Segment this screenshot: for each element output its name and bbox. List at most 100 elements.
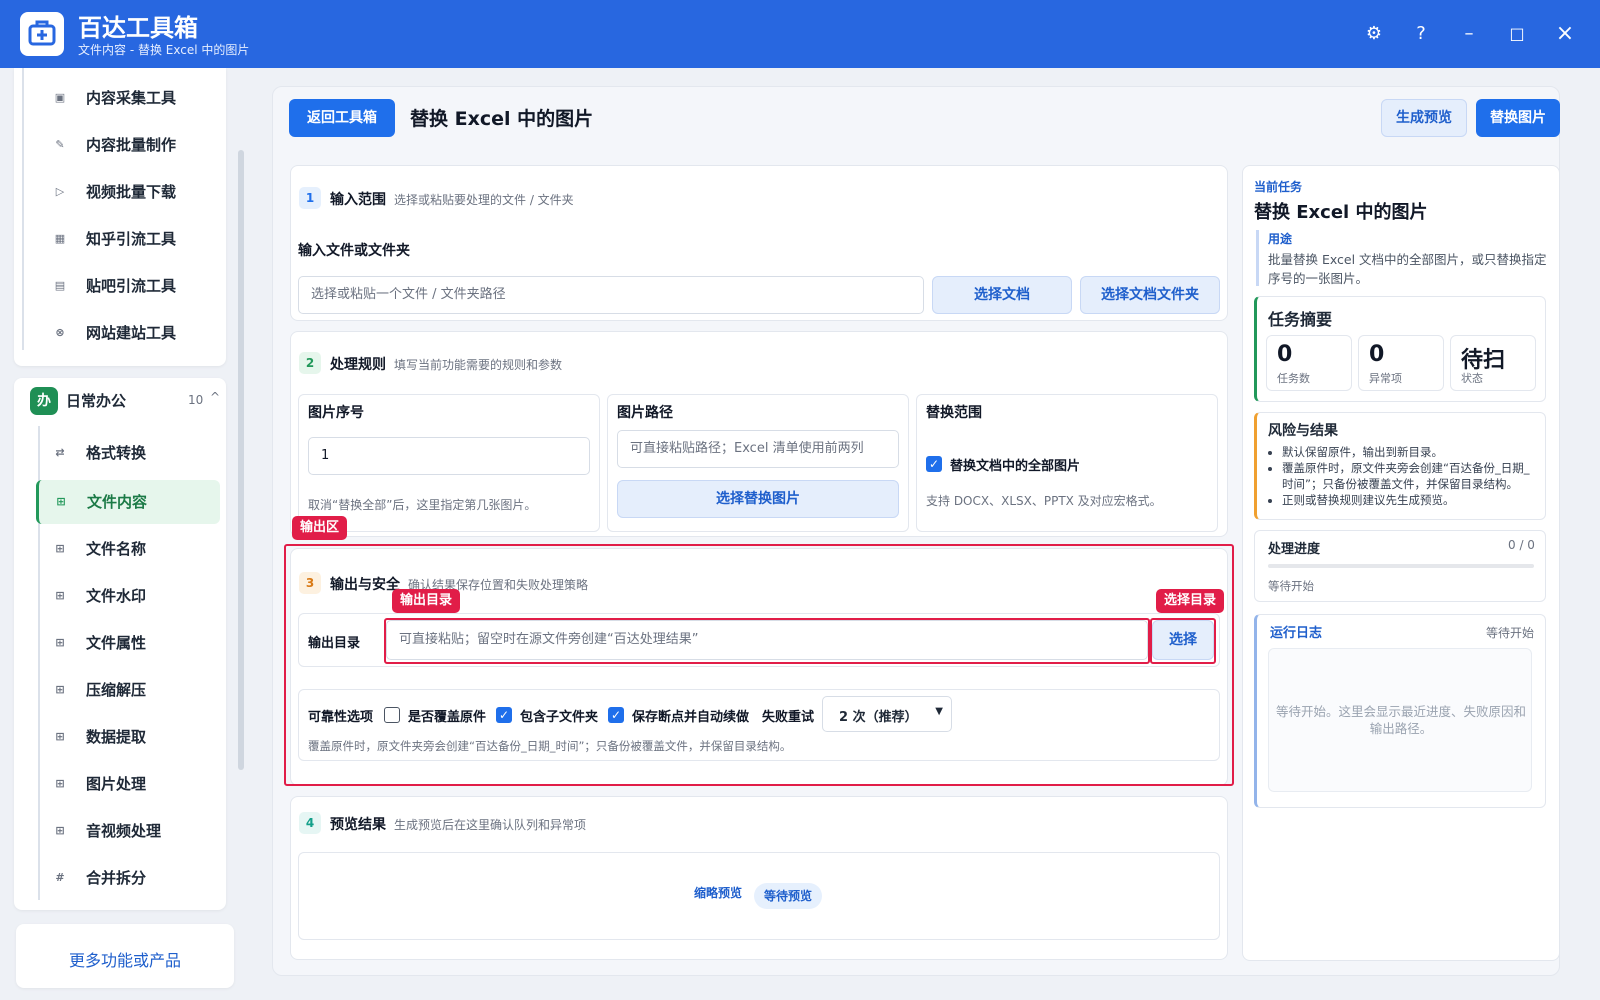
sidebar-item-tieba[interactable]: ▤ 贴吧引流工具 — [38, 266, 220, 306]
stat-status: 待扫 状态 — [1450, 335, 1536, 391]
sidebar-scrollbar[interactable] — [238, 150, 244, 770]
window-subtitle: 文件内容 - 替换 Excel 中的图片 — [78, 43, 250, 57]
risk-item: 默认保留原件，输出到新目录。 — [1282, 444, 1538, 460]
replace-images-button[interactable]: 替换图片 — [1476, 99, 1560, 137]
document-icon: ▣ — [54, 91, 66, 104]
image-index-note: 取消“替换全部”后，这里指定第几张图片。 — [308, 498, 537, 512]
sidebar-item-data-extract[interactable]: ⊞ 数据提取 — [38, 717, 220, 757]
task-summary-title: 任务摘要 — [1268, 310, 1333, 329]
more-products-button[interactable]: 更多功能或产品 — [16, 936, 234, 986]
step-number: 4 — [299, 812, 321, 834]
supported-formats-note: 支持 DOCX、XLSX、PPTX 及对应宏格式。 — [926, 494, 1162, 508]
step-number: 1 — [299, 187, 321, 209]
section-title: 预览结果 — [330, 817, 386, 833]
swap-icon: ⇄ — [55, 446, 65, 459]
progress-bar — [1268, 564, 1534, 568]
office-group-count: 10 — [188, 393, 204, 407]
image-index-label: 图片序号 — [308, 405, 364, 421]
app-name: 百达工具箱 — [78, 14, 198, 42]
run-log-status: 等待开始 — [1486, 626, 1535, 640]
grid-icon: ⊞ — [55, 824, 65, 837]
grid-icon: ⊞ — [56, 495, 66, 508]
section-hint: 生成预览后在这里确认队列和异常项 — [394, 818, 587, 832]
choose-dir-tag: 选择目录 — [1156, 589, 1225, 613]
title-bar: 百达工具箱 文件内容 - 替换 Excel 中的图片 ⚙ ? – □ × — [0, 0, 1600, 68]
usage-accent-bar — [1256, 230, 1259, 286]
sidebar-item-compress[interactable]: ⊞ 压缩解压 — [38, 670, 220, 710]
sidebar-item-image-process[interactable]: ⊞ 图片处理 — [38, 764, 220, 804]
run-log-placeholder: 等待开始。这里会显示最近进度、失败原因和输出路径。 — [1275, 704, 1526, 736]
image-path-input[interactable]: 可直接粘贴路径；Excel 清单使用前两列 — [617, 430, 899, 468]
pencil-icon: ✎ — [55, 138, 65, 151]
generate-preview-button[interactable]: 生成预览 — [1381, 99, 1467, 137]
replace-scope-label: 替换范围 — [926, 405, 982, 421]
output-area-highlight — [284, 544, 1234, 786]
collapse-caret-icon[interactable]: ^ — [210, 390, 220, 404]
output-dir-highlight — [384, 618, 1150, 664]
sidebar-item-format-convert[interactable]: ⇄ 格式转换 — [38, 433, 220, 473]
sidebar-item-file-watermark[interactable]: ⊞ 文件水印 — [38, 576, 220, 616]
risk-title: 风险与结果 — [1268, 423, 1338, 439]
settings-gear-icon[interactable]: ⚙ — [1360, 20, 1388, 48]
sidebar-item-content-collect[interactable]: ▣ 内容采集工具 — [38, 78, 220, 118]
usage-text: 批量替换 Excel 文档中的全部图片，或只替换指定序号的一张图片。 — [1268, 252, 1547, 286]
maximize-icon[interactable]: □ — [1503, 20, 1531, 48]
help-icon[interactable]: ? — [1407, 20, 1435, 48]
risk-item: 正则或替换规则建议先生成预览。 — [1282, 492, 1538, 508]
select-folder-button[interactable]: 选择文档文件夹 — [1080, 276, 1220, 314]
step-number: 2 — [299, 352, 321, 374]
office-group-badge: 办 — [30, 387, 58, 415]
risk-list: 默认保留原件，输出到新目录。 覆盖原件时，原文件夹旁会创建“百达备份_日期_时间… — [1282, 444, 1538, 508]
sidebar-item-batch-make[interactable]: ✎ 内容批量制作 — [38, 125, 220, 165]
grid-icon: ⊞ — [55, 542, 65, 555]
image-index-input[interactable]: 1 — [308, 437, 590, 475]
section-hint: 填写当前功能需要的规则和参数 — [394, 358, 563, 372]
stat-exceptions: 0 异常项 — [1358, 335, 1444, 391]
image-path-label: 图片路径 — [617, 405, 673, 421]
hash-icon: # — [55, 871, 65, 884]
usage-label: 用途 — [1268, 232, 1293, 246]
task-title: 替换 Excel 中的图片 — [1254, 202, 1428, 223]
grid-icon: ▦ — [54, 232, 66, 245]
sidebar-item-zhihu[interactable]: ▦ 知乎引流工具 — [38, 219, 220, 259]
replace-all-label: 替换文档中的全部图片 — [950, 459, 1081, 474]
sidebar-item-file-name[interactable]: ⊞ 文件名称 — [38, 529, 220, 569]
preview-status-pill: 等待预览 — [754, 883, 823, 909]
section-hint: 选择或粘贴要处理的文件 / 文件夹 — [394, 193, 574, 207]
section-title: 输入范围 — [330, 192, 386, 208]
sidebar-item-video-download[interactable]: ▷ 视频批量下载 — [38, 172, 220, 212]
back-to-toolbox-button[interactable]: 返回工具箱 — [289, 99, 395, 137]
progress-status: 等待开始 — [1268, 579, 1314, 593]
sidebar-item-av-process[interactable]: ⊞ 音视频处理 — [38, 811, 220, 851]
run-log-title: 运行日志 — [1270, 626, 1323, 641]
run-log-area[interactable]: 等待开始。这里会显示最近进度、失败原因和输出路径。 — [1268, 648, 1532, 792]
grid-icon: ⊞ — [55, 636, 65, 649]
page-title: 替换 Excel 中的图片 — [410, 108, 594, 130]
progress-count: 0 / 0 — [1508, 538, 1535, 552]
select-document-button[interactable]: 选择文档 — [932, 276, 1072, 314]
sidebar-item-file-content[interactable]: ⊞ 文件内容 — [36, 480, 220, 524]
input-field-label: 输入文件或文件夹 — [298, 243, 410, 259]
output-dir-tag: 输出目录 — [392, 589, 461, 613]
current-task-label: 当前任务 — [1254, 180, 1303, 194]
choose-dir-highlight — [1150, 618, 1216, 664]
grid-icon: ⊞ — [55, 730, 65, 743]
select-replace-image-button[interactable]: 选择替换图片 — [617, 480, 899, 518]
sidebar-item-website[interactable]: ⊗ 网站建站工具 — [38, 313, 220, 353]
replace-all-checkbox[interactable]: ✓ — [926, 456, 942, 472]
grid-icon: ⊞ — [55, 589, 65, 602]
sidebar-item-file-props[interactable]: ⊞ 文件属性 — [38, 623, 220, 663]
office-group-title[interactable]: 日常办公 — [66, 390, 126, 411]
video-icon: ▷ — [55, 185, 65, 198]
globe-icon: ⊗ — [55, 326, 65, 339]
close-icon[interactable]: × — [1551, 20, 1579, 48]
tree-line — [22, 68, 24, 350]
input-path-field[interactable]: 选择或粘贴一个文件 / 文件夹路径 — [298, 276, 924, 314]
app-logo-icon — [20, 12, 64, 56]
sidebar-item-merge-split[interactable]: # 合并拆分 — [38, 858, 220, 898]
output-area-tag: 输出区 — [292, 516, 348, 540]
list-icon: ▤ — [54, 279, 66, 292]
minimize-icon[interactable]: – — [1455, 20, 1483, 48]
risk-item: 覆盖原件时，原文件夹旁会创建“百达备份_日期_时间”；只备份被覆盖文件，并保留目… — [1282, 460, 1538, 492]
progress-title: 处理进度 — [1268, 542, 1321, 557]
